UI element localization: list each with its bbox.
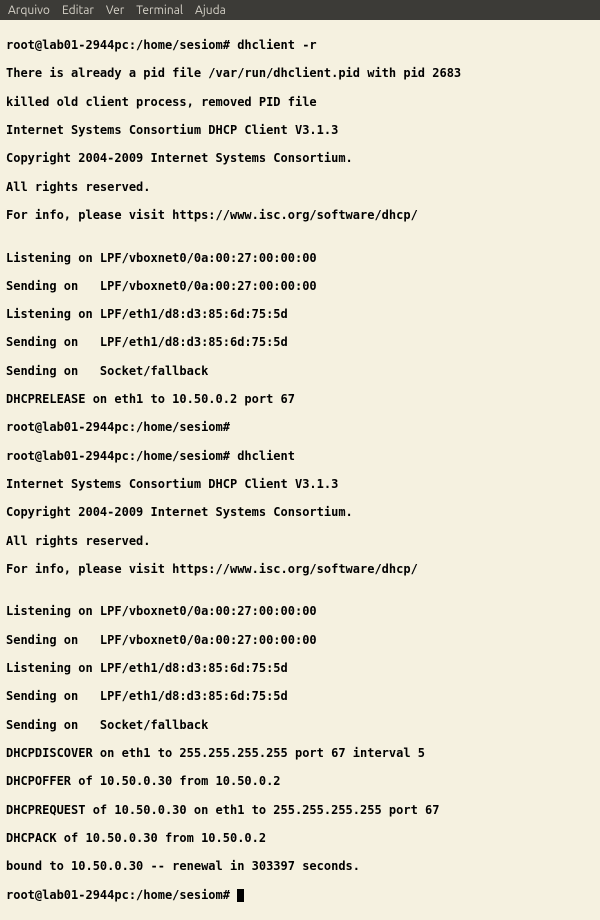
terminal-line: All rights reserved. <box>6 534 594 548</box>
menu-arquivo[interactable]: Arquivo <box>8 4 50 17</box>
terminal-prompt: root@lab01-2944pc:/home/sesiom# <box>6 888 594 902</box>
terminal-line: Listening on LPF/eth1/d8:d3:85:6d:75:5d <box>6 661 594 675</box>
cursor-icon <box>237 889 244 902</box>
terminal-line: Copyright 2004-2009 Internet Systems Con… <box>6 151 594 165</box>
terminal-line: Listening on LPF/vboxnet0/0a:00:27:00:00… <box>6 604 594 618</box>
terminal-line: All rights reserved. <box>6 180 594 194</box>
terminal-line: Sending on LPF/vboxnet0/0a:00:27:00:00:0… <box>6 633 594 647</box>
terminal-line: Listening on LPF/eth1/d8:d3:85:6d:75:5d <box>6 307 594 321</box>
menu-terminal[interactable]: Terminal <box>136 4 183 17</box>
terminal-line: Sending on LPF/eth1/d8:d3:85:6d:75:5d <box>6 335 594 349</box>
terminal-line: Sending on LPF/vboxnet0/0a:00:27:00:00:0… <box>6 279 594 293</box>
terminal-line: Copyright 2004-2009 Internet Systems Con… <box>6 505 594 519</box>
terminal-line: root@lab01-2944pc:/home/sesiom# <box>6 420 594 434</box>
terminal-line: DHCPACK of 10.50.0.30 from 10.50.0.2 <box>6 831 594 845</box>
terminal-line: Internet Systems Consortium DHCP Client … <box>6 123 594 137</box>
prompt-text: root@lab01-2944pc:/home/sesiom# <box>6 888 237 902</box>
menu-editar[interactable]: Editar <box>62 4 94 17</box>
menubar: Arquivo Editar Ver Terminal Ajuda <box>0 0 600 20</box>
terminal-output[interactable]: root@lab01-2944pc:/home/sesiom# dhclient… <box>0 20 600 920</box>
terminal-line: DHCPRELEASE on eth1 to 10.50.0.2 port 67 <box>6 392 594 406</box>
menu-ver[interactable]: Ver <box>106 4 124 17</box>
terminal-line: For info, please visit https://www.isc.o… <box>6 208 594 222</box>
terminal-line: DHCPREQUEST of 10.50.0.30 on eth1 to 255… <box>6 803 594 817</box>
terminal-line: For info, please visit https://www.isc.o… <box>6 562 594 576</box>
terminal-line: Sending on LPF/eth1/d8:d3:85:6d:75:5d <box>6 689 594 703</box>
terminal-line: root@lab01-2944pc:/home/sesiom# dhclient <box>6 449 594 463</box>
terminal-line: DHCPDISCOVER on eth1 to 255.255.255.255 … <box>6 746 594 760</box>
terminal-line: root@lab01-2944pc:/home/sesiom# dhclient… <box>6 38 594 52</box>
terminal-line: bound to 10.50.0.30 -- renewal in 303397… <box>6 859 594 873</box>
terminal-line: Sending on Socket/fallback <box>6 718 594 732</box>
terminal-line: Sending on Socket/fallback <box>6 364 594 378</box>
terminal-line: DHCPOFFER of 10.50.0.30 from 10.50.0.2 <box>6 774 594 788</box>
terminal-line: Internet Systems Consortium DHCP Client … <box>6 477 594 491</box>
terminal-line: killed old client process, removed PID f… <box>6 95 594 109</box>
menu-ajuda[interactable]: Ajuda <box>195 4 226 17</box>
terminal-line: Listening on LPF/vboxnet0/0a:00:27:00:00… <box>6 251 594 265</box>
terminal-line: There is already a pid file /var/run/dhc… <box>6 66 594 80</box>
